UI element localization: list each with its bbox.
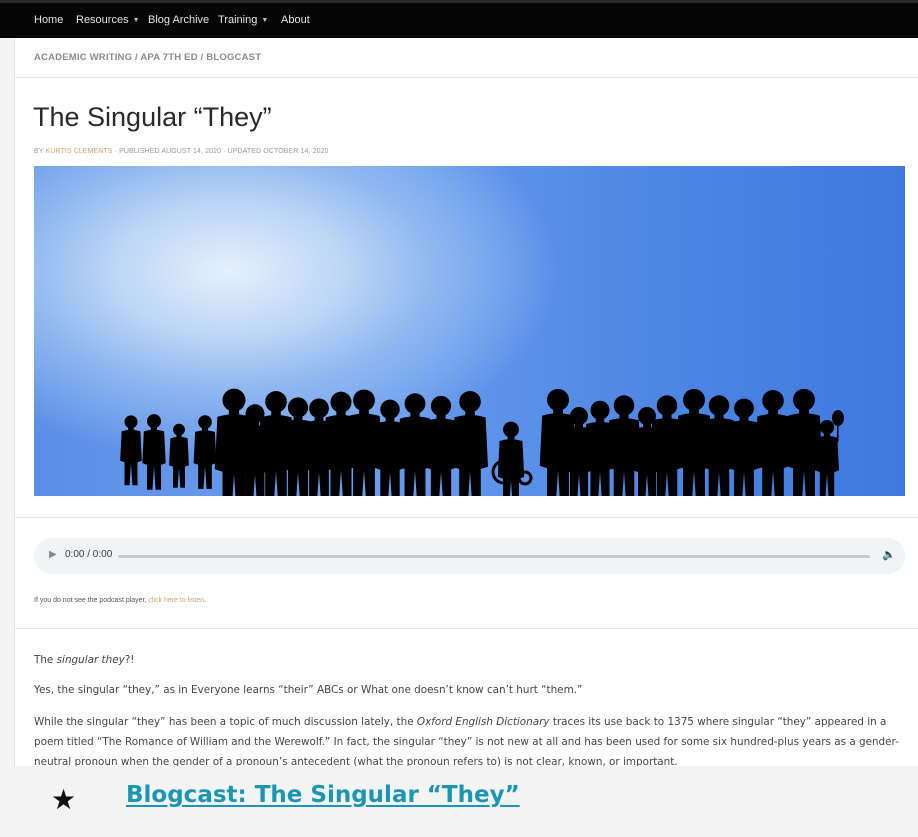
left-gutter-divider (14, 38, 15, 766)
player-divider (15, 628, 918, 629)
paragraph-2: Yes, the singular “they,” as in Everyone… (34, 684, 583, 696)
p3-prefix: While the singular “they” has been a top… (34, 716, 417, 728)
podcast-audio-player[interactable]: ▶ 0:00 / 0:00 🔈 (34, 538, 905, 574)
p1-suffix: ?! (124, 654, 135, 666)
play-icon[interactable]: ▶ (49, 549, 57, 560)
audio-progress-bar[interactable] (118, 555, 870, 558)
top-navbar: Home Resources ▼ Blog Archive Training ▼… (0, 0, 918, 38)
hero-image (34, 166, 905, 496)
byline: BY KURTIS CLEMENTS · PUBLISHED AUGUST 14… (34, 148, 329, 155)
hero-divider (15, 517, 918, 518)
blogcast-link[interactable]: Blogcast: The Singular “They” (126, 782, 520, 808)
p1-emphasis: singular they (56, 654, 125, 666)
star-icon: ★ (51, 784, 77, 815)
listen-link[interactable]: click here to listen (148, 597, 204, 604)
p1-prefix: The (34, 654, 57, 666)
byline-prefix: BY (34, 148, 46, 155)
breadcrumb-divider (15, 77, 918, 78)
nav-about-label: About (281, 14, 310, 26)
audio-time: 0:00 / 0:00 (65, 549, 113, 560)
page: Home Resources ▼ Blog Archive Training ▼… (0, 0, 918, 837)
nav-resources-label: Resources (76, 14, 129, 26)
left-gutter (0, 0, 15, 837)
nav-home-label: Home (34, 14, 64, 26)
nav-blog-archive[interactable]: Blog Archive (148, 14, 209, 26)
breadcrumb[interactable]: ACADEMIC WRITING / APA 7TH ED / BLOGCAST (34, 52, 261, 63)
paragraph-1: The singular they?! (34, 650, 906, 670)
people-silhouettes (120, 388, 844, 496)
nav-blog-archive-label: Blog Archive (148, 14, 210, 26)
nav-home[interactable]: Home (34, 14, 63, 26)
volume-icon[interactable]: 🔈 (882, 548, 896, 561)
page-title: The Singular “They” (33, 102, 272, 132)
nav-training-label: Training (218, 14, 258, 26)
podcast-note-text: If you do not see the podcast player, (34, 597, 149, 604)
publish-dates: · PUBLISHED AUGUST 14, 2020 · UPDATED OC… (112, 148, 329, 155)
chevron-down-icon: ▼ (261, 16, 269, 24)
podcast-note-suffix: . (204, 597, 207, 604)
author-link[interactable]: KURTIS CLEMENTS (45, 148, 112, 155)
paragraph-3: While the singular “they” has been a top… (34, 712, 906, 772)
nav-about[interactable]: About (281, 14, 310, 26)
nav-resources[interactable]: Resources ▼ (76, 14, 140, 26)
podcast-note: If you do not see the podcast player, cl… (34, 597, 206, 604)
p3-emphasis: Oxford English Dictionary (416, 716, 550, 728)
chevron-down-icon: ▼ (132, 16, 140, 24)
nav-training[interactable]: Training ▼ (218, 14, 268, 26)
